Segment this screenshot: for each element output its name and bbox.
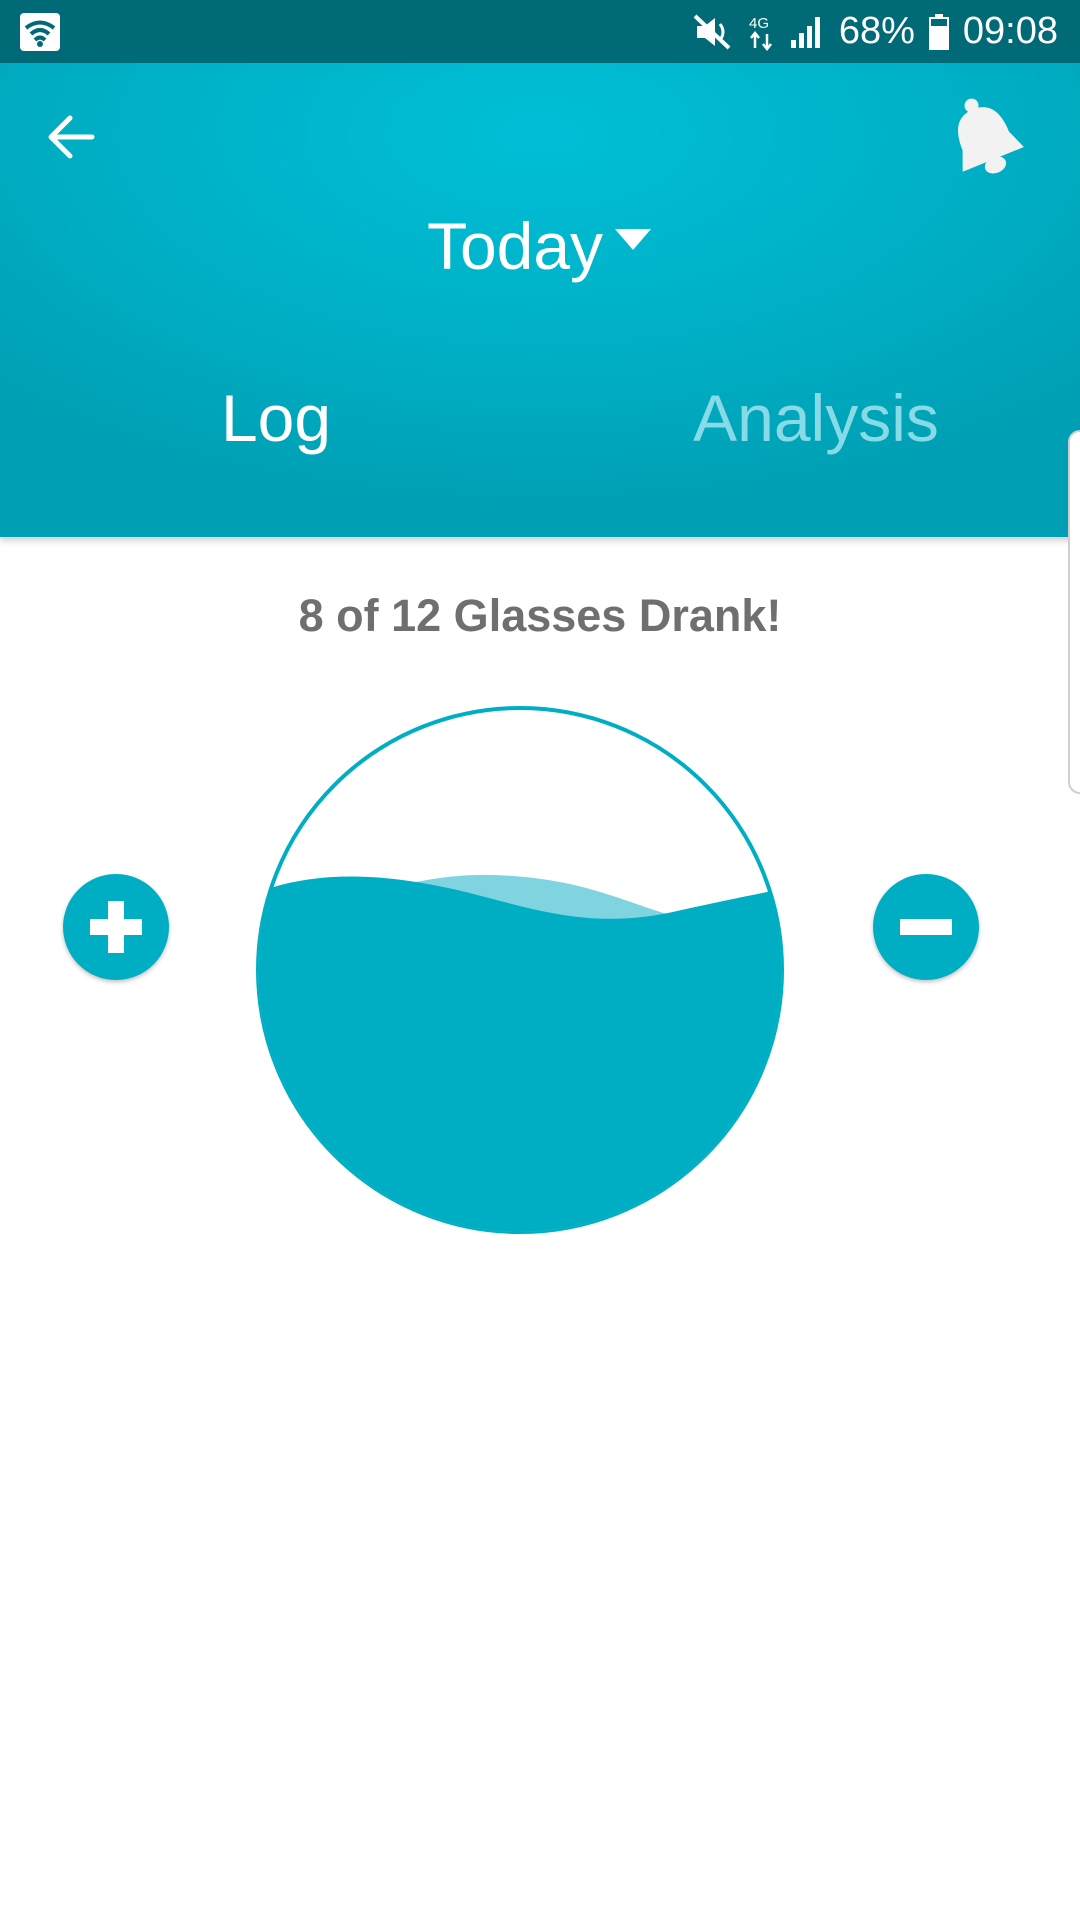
- back-arrow-icon: [48, 115, 95, 159]
- battery-icon: [928, 13, 949, 50]
- minus-icon: [900, 919, 952, 935]
- network-type-label: 4G: [749, 15, 769, 32]
- back-button[interactable]: [42, 105, 106, 169]
- water-glass: [256, 706, 784, 1234]
- clock: 09:08: [962, 10, 1058, 52]
- bell-icon: [958, 98, 1024, 174]
- water-fill: [258, 876, 782, 1232]
- tab-log[interactable]: Log: [76, 363, 476, 473]
- plus-icon: [90, 901, 142, 953]
- add-glass-button[interactable]: [63, 874, 169, 980]
- status-bar: 4G 68% 09:08: [0, 0, 1080, 63]
- date-label: Today: [426, 209, 604, 283]
- caret-down-icon: [615, 229, 652, 250]
- network-4g-icon: 4G: [747, 12, 777, 52]
- app-header: Today Log Analysis: [0, 63, 1080, 537]
- reminder-button[interactable]: [940, 89, 1030, 189]
- mute-icon: [693, 14, 733, 50]
- signal-icon: [790, 14, 825, 50]
- tab-analysis[interactable]: Analysis: [616, 363, 1016, 473]
- remove-glass-button[interactable]: [873, 874, 979, 980]
- glasses-summary: 8 of 12 Glasses Drank!: [298, 590, 782, 641]
- battery-percent: 68%: [838, 10, 915, 52]
- wifi-icon: [20, 13, 60, 51]
- date-selector[interactable]: Today: [0, 201, 1080, 291]
